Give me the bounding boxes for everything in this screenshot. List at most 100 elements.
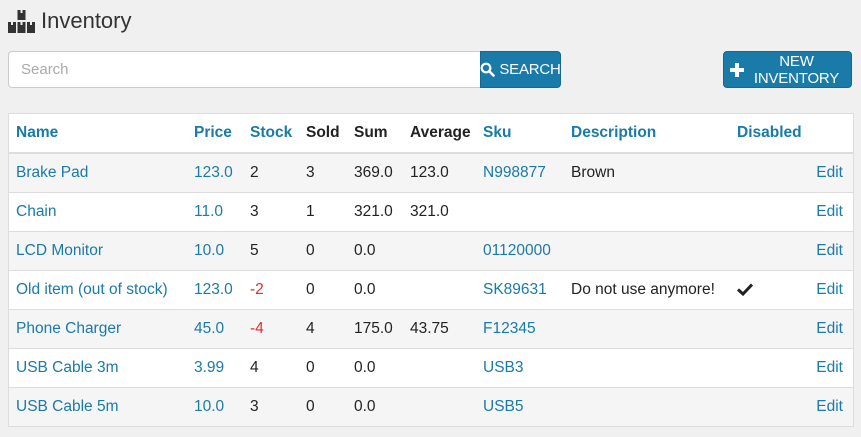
column-header-disabled[interactable]: Disabled: [730, 114, 808, 154]
new-inventory-button[interactable]: New Inventory: [723, 51, 852, 88]
cell-average: 43.75: [403, 309, 476, 349]
edit-link[interactable]: Edit: [808, 231, 853, 271]
column-header-sku[interactable]: Sku: [476, 114, 564, 154]
column-header-stock[interactable]: Stock: [243, 114, 299, 154]
cell-description: [564, 309, 730, 349]
edit-link[interactable]: Edit: [808, 192, 853, 232]
search-icon: [480, 62, 496, 77]
cell-sku[interactable]: [476, 192, 564, 232]
cell-sku[interactable]: USB3: [476, 348, 564, 388]
cell-average: 321.0: [403, 192, 476, 232]
cell-name[interactable]: Chain: [9, 192, 187, 232]
cell-average: 123.0: [403, 152, 476, 193]
cell-stock: 3: [243, 192, 299, 232]
search-button[interactable]: Search: [480, 51, 561, 88]
table-row: Phone Charger 45.0 -4 4 175.0 43.75 F12345 Edit: [9, 309, 853, 349]
table-row: Old item (out of stock) 123.0 -2 0 0.0 SK8963…: [9, 270, 853, 310]
cell-sold: 4: [299, 309, 347, 349]
cell-sum: 0.0: [347, 270, 403, 310]
edit-link[interactable]: Edit: [808, 387, 853, 426]
cell-description: [564, 192, 730, 232]
checkmark-icon: [736, 283, 754, 297]
column-header-sold: Sold: [299, 114, 347, 154]
cell-sold: 0: [299, 270, 347, 310]
inventory-table: Name Price Stock Sold Sum Average Sku De…: [8, 113, 854, 427]
table-row: USB Cable 3m 3.99 4 0 0.0 USB3 Edit: [9, 348, 853, 388]
cell-disabled: [730, 387, 808, 426]
edit-link[interactable]: Edit: [808, 270, 853, 310]
cell-price[interactable]: 45.0: [187, 309, 243, 349]
cell-price[interactable]: 123.0: [187, 270, 243, 310]
cell-description: [564, 348, 730, 388]
cell-stock: 3: [243, 387, 299, 426]
boxes-icon: [8, 10, 35, 33]
plus-icon: [730, 62, 744, 77]
cell-price[interactable]: 11.0: [187, 192, 243, 232]
cell-sku[interactable]: 01120000: [476, 231, 564, 271]
cell-sold: 0: [299, 348, 347, 388]
cell-sold: 3: [299, 152, 347, 193]
cell-stock: -4: [243, 309, 299, 349]
table-row: LCD Monitor 10.0 5 0 0.0 01120000 Edit: [9, 231, 853, 271]
cell-name[interactable]: USB Cable 3m: [9, 348, 187, 388]
column-header-description[interactable]: Description: [564, 114, 730, 154]
cell-sold: 0: [299, 231, 347, 271]
cell-average: [403, 348, 476, 388]
cell-disabled: [730, 309, 808, 349]
new-inventory-label: New Inventory: [753, 52, 840, 87]
page-title: Inventory: [41, 8, 132, 33]
cell-description: [564, 231, 730, 271]
cell-sum: 0.0: [347, 387, 403, 426]
cell-sold: 1: [299, 192, 347, 232]
cell-sku[interactable]: USB5: [476, 387, 564, 426]
cell-average: [403, 231, 476, 271]
cell-name[interactable]: USB Cable 5m: [9, 387, 187, 426]
cell-disabled: [730, 348, 808, 388]
cell-disabled: [730, 270, 808, 310]
cell-average: [403, 387, 476, 426]
cell-name[interactable]: Phone Charger: [9, 309, 187, 349]
cell-sum: 369.0: [347, 152, 403, 193]
cell-name[interactable]: LCD Monitor: [9, 231, 187, 271]
cell-name[interactable]: Brake Pad: [9, 152, 187, 193]
cell-stock: -2: [243, 270, 299, 310]
table-header-row: Name Price Stock Sold Sum Average Sku De…: [9, 114, 853, 154]
cell-stock: 4: [243, 348, 299, 388]
edit-link[interactable]: Edit: [808, 152, 853, 193]
cell-sum: 0.0: [347, 231, 403, 271]
edit-link[interactable]: Edit: [808, 348, 853, 388]
table-row: Chain 11.0 3 1 321.0 321.0 Edit: [9, 192, 853, 232]
cell-stock: 2: [243, 152, 299, 193]
search-input[interactable]: [8, 51, 480, 88]
edit-link[interactable]: Edit: [808, 309, 853, 349]
cell-price[interactable]: 123.0: [187, 152, 243, 193]
table-row: Brake Pad 123.0 2 3 369.0 123.0 N998877 Brown Ed…: [9, 152, 853, 193]
cell-stock: 5: [243, 231, 299, 271]
cell-sum: 321.0: [347, 192, 403, 232]
inventory-page: Inventory Search New Inventory Name Pric…: [0, 0, 861, 437]
cell-description: Brown: [564, 152, 730, 193]
page-header: Inventory: [8, 6, 132, 36]
cell-disabled: [730, 192, 808, 232]
column-header-sum: Sum: [347, 114, 403, 154]
cell-description: [564, 387, 730, 426]
cell-sku[interactable]: N998877: [476, 152, 564, 193]
table-row: USB Cable 5m 10.0 3 0 0.0 USB5 Edit: [9, 387, 853, 426]
column-header-actions: [808, 114, 853, 154]
column-header-name[interactable]: Name: [9, 114, 187, 154]
cell-price[interactable]: 10.0: [187, 387, 243, 426]
cell-name[interactable]: Old item (out of stock): [9, 270, 187, 310]
search-button-label: Search: [499, 61, 561, 78]
column-header-average: Average: [403, 114, 476, 154]
column-header-price[interactable]: Price: [187, 114, 243, 154]
cell-sum: 0.0: [347, 348, 403, 388]
cell-sku[interactable]: SK89631: [476, 270, 564, 310]
cell-price[interactable]: 10.0: [187, 231, 243, 271]
cell-disabled: [730, 231, 808, 271]
search-bar: Search: [8, 51, 561, 88]
cell-price[interactable]: 3.99: [187, 348, 243, 388]
cell-sum: 175.0: [347, 309, 403, 349]
cell-disabled: [730, 152, 808, 193]
cell-sku[interactable]: F12345: [476, 309, 564, 349]
cell-sold: 0: [299, 387, 347, 426]
